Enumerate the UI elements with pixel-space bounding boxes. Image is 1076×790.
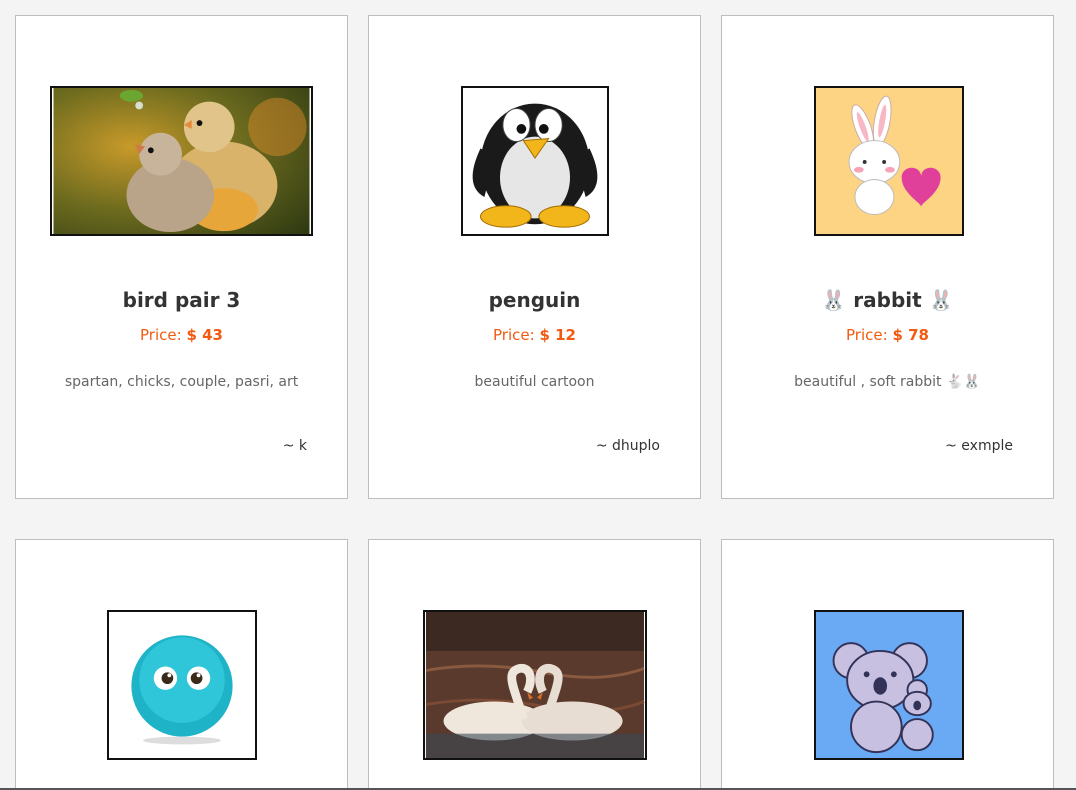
product-card-rabbit[interactable]: 🐰 rabbit 🐰 Price: $ 78 beautiful , soft … bbox=[721, 15, 1054, 499]
product-card-penguin[interactable]: penguin Price: $ 12 beautiful cartoon ~ … bbox=[368, 15, 701, 499]
price-label: Price: bbox=[493, 326, 535, 344]
price-value: $ 12 bbox=[539, 326, 576, 344]
price-label: Price: bbox=[140, 326, 182, 344]
swans-heart-photo-icon bbox=[425, 612, 645, 758]
product-image-swans[interactable] bbox=[423, 610, 647, 760]
product-image-chicks[interactable] bbox=[50, 86, 313, 236]
product-author: ~ exmple bbox=[945, 438, 1013, 454]
product-image-rabbit[interactable] bbox=[814, 86, 964, 236]
koala-cartoon-icon bbox=[816, 612, 962, 758]
product-card-swans[interactable] bbox=[368, 539, 701, 790]
product-card-koala[interactable] bbox=[721, 539, 1054, 790]
product-title: bird pair 3 bbox=[122, 288, 241, 312]
product-description: beautiful cartoon bbox=[474, 374, 595, 390]
product-title: penguin bbox=[488, 288, 581, 312]
product-price: Price: $ 43 bbox=[16, 326, 347, 344]
product-price: Price: $ 12 bbox=[369, 326, 700, 344]
product-description: spartan, chicks, couple, pasri, art bbox=[64, 374, 299, 390]
price-value: $ 43 bbox=[186, 326, 223, 344]
product-image-penguin[interactable] bbox=[461, 86, 609, 236]
fluffy-blue-creature-icon bbox=[109, 612, 255, 758]
product-price: Price: $ 78 bbox=[722, 326, 1053, 344]
product-card-fluffy[interactable] bbox=[15, 539, 348, 790]
price-value: $ 78 bbox=[892, 326, 929, 344]
rabbit-heart-cartoon-icon bbox=[816, 88, 962, 234]
price-label: Price: bbox=[846, 326, 888, 344]
product-author: ~ dhuplo bbox=[595, 438, 660, 454]
product-image-fluffy[interactable] bbox=[107, 610, 257, 760]
penguin-cartoon-icon bbox=[463, 88, 607, 234]
product-image-koala[interactable] bbox=[814, 610, 964, 760]
product-author: ~ k bbox=[282, 438, 307, 454]
chicks-photo-icon bbox=[53, 88, 310, 234]
product-title: 🐰 rabbit 🐰 bbox=[821, 288, 954, 312]
product-card-bird-pair[interactable]: bird pair 3 Price: $ 43 spartan, chicks,… bbox=[15, 15, 348, 499]
product-description: beautiful , soft rabbit 🐇🐰 bbox=[794, 374, 981, 390]
product-grid: bird pair 3 Price: $ 43 spartan, chicks,… bbox=[0, 0, 1076, 790]
